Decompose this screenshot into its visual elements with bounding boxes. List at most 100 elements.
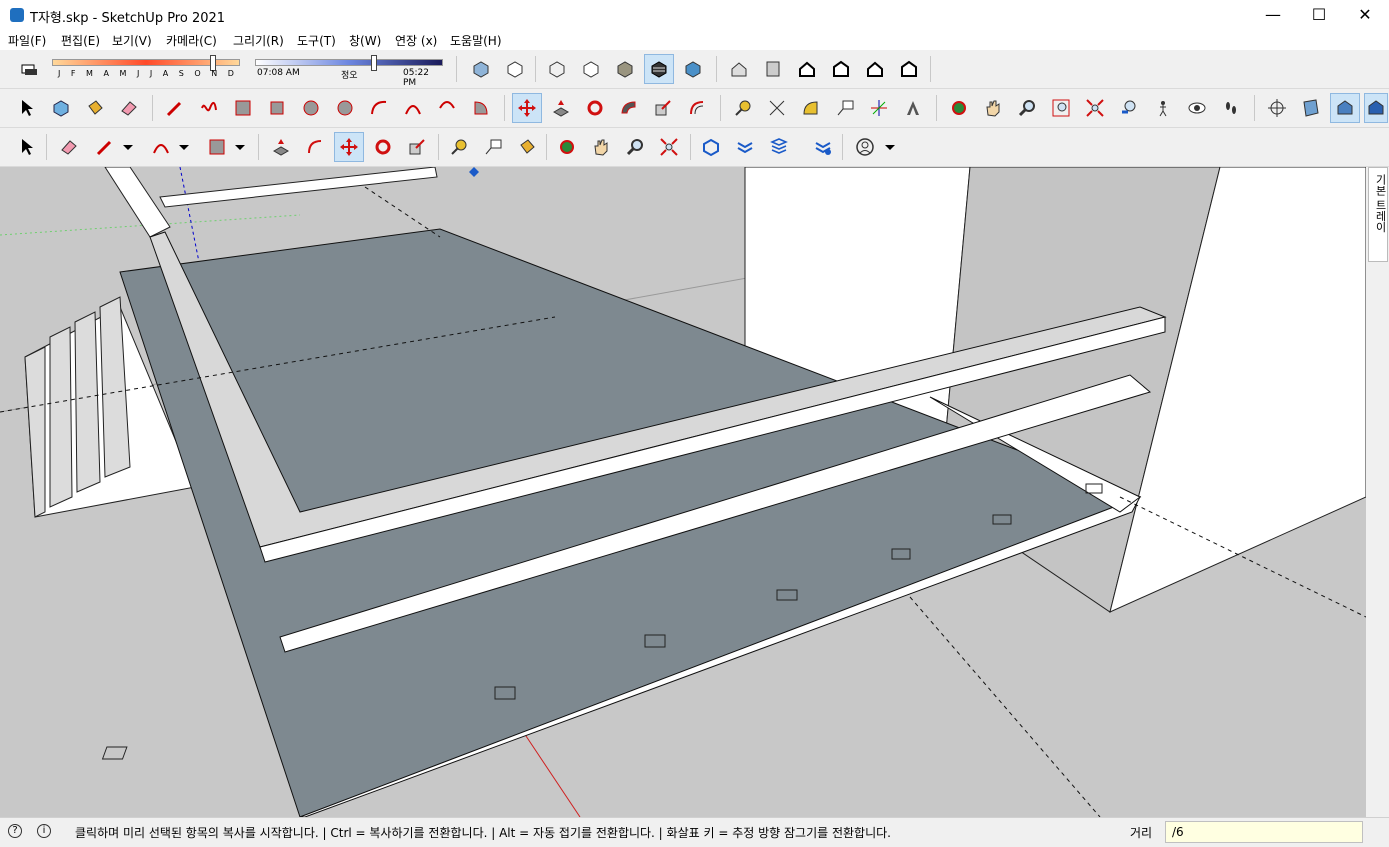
zoom-extents-button[interactable] [1080,93,1110,123]
hidden-line-style-button[interactable] [576,54,606,84]
move-tool-button[interactable] [512,93,542,123]
arc-tool-button-2[interactable] [146,132,176,162]
menu-edit[interactable]: 편집(E) [61,32,100,49]
push-pull-button-2[interactable] [266,132,296,162]
time-slider-thumb[interactable] [371,55,377,71]
measurements-box[interactable]: /6 [1165,821,1363,843]
tape-measure-button[interactable] [728,93,758,123]
select-tool-button[interactable] [12,93,42,123]
move-tool-button-2[interactable] [334,132,364,162]
pan-button[interactable] [978,93,1008,123]
pie-tool-button[interactable] [466,93,496,123]
extension-manager-button[interactable] [808,132,838,162]
maximize-button[interactable]: ☐ [1296,0,1342,30]
rotated-rectangle-button[interactable] [262,93,292,123]
push-pull-button[interactable] [546,93,576,123]
rotate-tool-button-2[interactable] [368,132,398,162]
top-view-button[interactable] [758,54,788,84]
3d-warehouse-button[interactable] [696,132,726,162]
right-view-button[interactable] [826,54,856,84]
dimension-tool-button[interactable] [762,93,792,123]
follow-me-button[interactable] [614,93,644,123]
select-tool-button-2[interactable] [12,132,42,162]
scale-tool-button[interactable] [648,93,678,123]
paint-bucket-button[interactable] [80,93,110,123]
default-tray-tab[interactable]: 기본 트레이 [1368,167,1388,262]
eraser-button-2[interactable] [54,132,84,162]
previous-view-button[interactable] [1114,93,1144,123]
menu-extensions[interactable]: 연장 (x) [395,32,437,49]
shaded-textures-style-button[interactable] [644,54,674,84]
component-button[interactable] [46,93,76,123]
text-tool-button[interactable] [830,93,860,123]
minimize-button[interactable]: — [1250,0,1296,30]
month-slider[interactable]: J F M A M J J A S O N D [52,55,240,83]
back-edges-style-button[interactable] [500,54,530,84]
time-slider[interactable]: 07:08 AM 정오 05:22 PM [255,55,443,88]
offset-tool-button-2[interactable] [300,132,330,162]
circle-tool-button[interactable] [296,93,326,123]
extension-warehouse-button[interactable] [730,132,760,162]
zoom-window-button[interactable] [1046,93,1076,123]
axes-tool-button[interactable] [864,93,894,123]
menu-tools[interactable]: 도구(T) [297,32,336,49]
orbit-button-2[interactable] [552,132,582,162]
zoom-button-2[interactable] [620,132,650,162]
close-button[interactable]: ✕ [1342,0,1388,30]
text-tool-button-2[interactable] [478,132,508,162]
eraser-button[interactable] [114,93,144,123]
section-plane-button[interactable] [1262,93,1292,123]
zoom-button[interactable] [1012,93,1042,123]
offset-tool-button[interactable] [682,93,712,123]
position-camera-button[interactable] [1148,93,1178,123]
tape-measure-button-2[interactable] [444,132,474,162]
3d-text-button[interactable] [898,93,928,123]
shadows-toggle-button[interactable] [14,54,44,84]
three-point-arc-button[interactable] [432,93,462,123]
display-section-fill-button[interactable] [1364,93,1388,123]
freehand-tool-button[interactable] [194,93,224,123]
layout-button[interactable] [764,132,794,162]
info-icon[interactable]: i [37,824,51,838]
iso-view-button[interactable] [724,54,754,84]
line-tool-dropdown[interactable] [118,132,138,162]
walk-button[interactable] [1216,93,1246,123]
model-scene[interactable] [0,167,1366,817]
display-section-planes-button[interactable] [1296,93,1326,123]
back-view-button[interactable] [860,54,890,84]
line-tool-button-2[interactable] [90,132,120,162]
wireframe-style-button[interactable] [542,54,572,84]
left-view-button[interactable] [894,54,924,84]
two-point-arc-button[interactable] [398,93,428,123]
line-tool-button[interactable] [160,93,190,123]
rectangle-tool-button-2[interactable] [202,132,232,162]
pan-button-2[interactable] [586,132,616,162]
orbit-button[interactable] [944,93,974,123]
front-view-button[interactable] [792,54,822,84]
scale-tool-button-2[interactable] [402,132,432,162]
menu-window[interactable]: 창(W) [349,32,381,49]
monochrome-style-button[interactable] [678,54,708,84]
display-section-cuts-button[interactable] [1330,93,1360,123]
protractor-button[interactable] [796,93,826,123]
zoom-extents-button-2[interactable] [654,132,684,162]
polygon-tool-button[interactable] [330,93,360,123]
account-dropdown[interactable] [880,132,900,162]
rotate-tool-button[interactable] [580,93,610,123]
menu-file[interactable]: 파일(F) [8,32,46,49]
menu-view[interactable]: 보기(V) [112,32,152,49]
shaded-style-button[interactable] [610,54,640,84]
menu-help[interactable]: 도움말(H) [450,32,502,49]
paint-bucket-button-2[interactable] [512,132,542,162]
look-around-button[interactable] [1182,93,1212,123]
menu-camera[interactable]: 카메라(C) [166,32,217,49]
geo-location-icon[interactable]: ? [8,824,22,838]
xray-style-button[interactable] [466,54,496,84]
shape-tool-dropdown[interactable] [230,132,250,162]
model-viewport[interactable] [0,167,1366,817]
account-button[interactable] [850,132,880,162]
arc-tool-button[interactable] [364,93,394,123]
arc-tool-dropdown[interactable] [174,132,194,162]
rectangle-tool-button[interactable] [228,93,258,123]
menu-draw[interactable]: 그리기(R) [233,32,284,49]
